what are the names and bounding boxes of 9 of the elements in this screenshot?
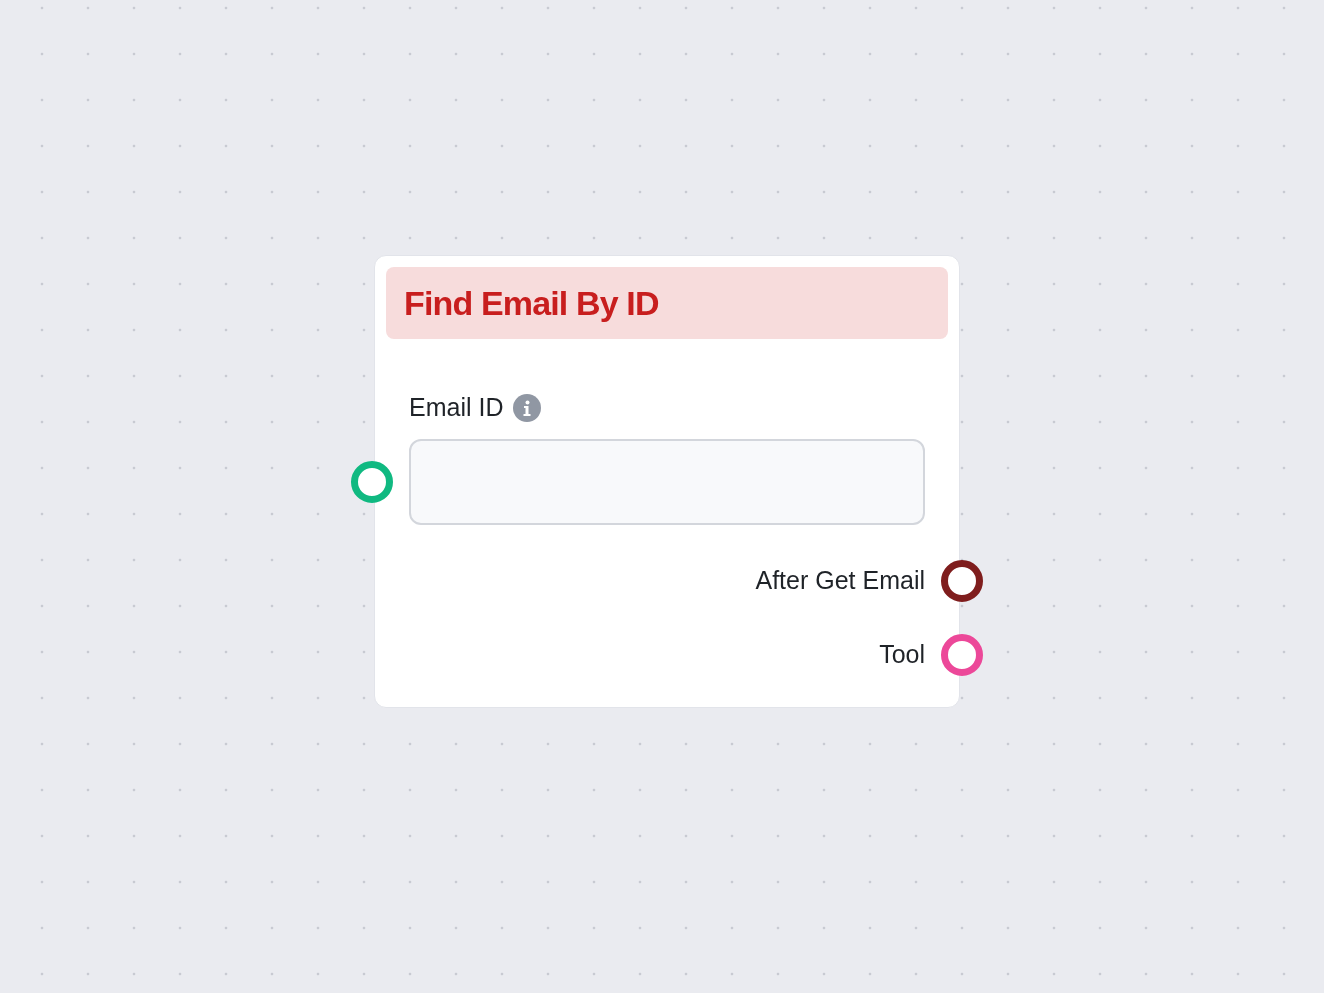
input-field[interactable] xyxy=(409,438,925,525)
node-title: Find Email By ID xyxy=(404,282,659,324)
output-handle[interactable] xyxy=(941,633,983,676)
field-label: Email ID xyxy=(409,392,504,423)
output-handle[interactable] xyxy=(941,559,983,602)
output-label: After Get Email xyxy=(755,564,925,596)
input-handle[interactable] xyxy=(351,460,393,503)
info-icon[interactable] xyxy=(513,393,542,422)
output-label: Tool xyxy=(879,638,925,670)
